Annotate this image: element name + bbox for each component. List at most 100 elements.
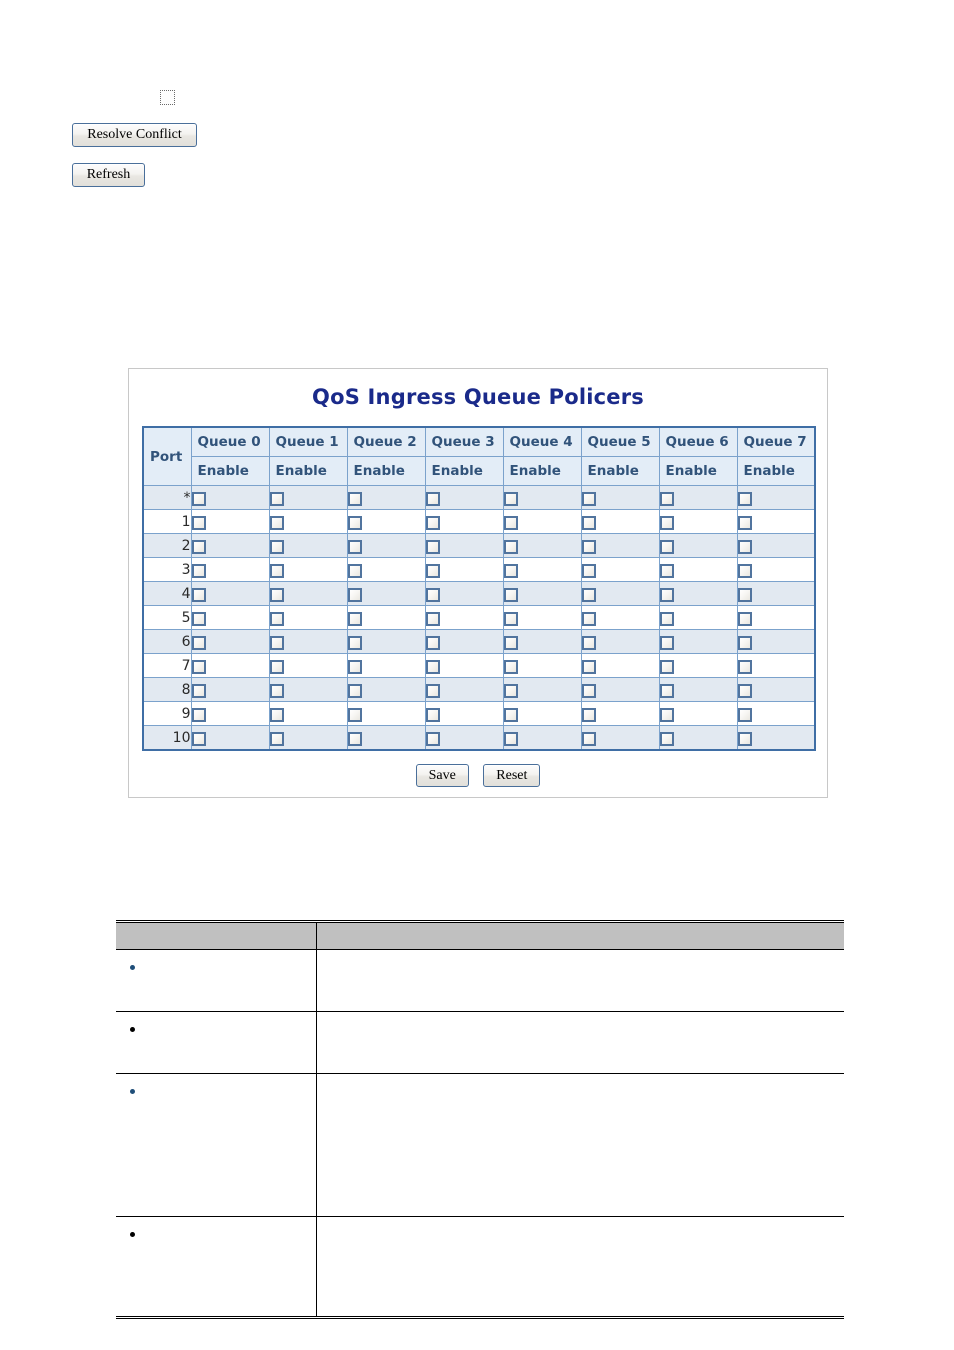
- checkbox-port-10-queue-2[interactable]: [347, 731, 362, 746]
- checkbox-port-10-queue-3[interactable]: [425, 731, 440, 746]
- checkbox-port-5-queue-1[interactable]: [269, 611, 284, 626]
- checkbox-port-1-queue-0[interactable]: [191, 515, 206, 530]
- checkbox-port-5-queue-0[interactable]: [191, 611, 206, 626]
- checkbox-port-8-queue-7[interactable]: [737, 683, 752, 698]
- checkbox-port-4-queue-1[interactable]: [269, 587, 284, 602]
- checkbox-port-7-queue-4[interactable]: [503, 659, 518, 674]
- stray-checkbox[interactable]: [159, 89, 176, 106]
- queue-1-cell: [268, 653, 348, 678]
- checkbox-port-5-queue-6[interactable]: [659, 611, 674, 626]
- checkbox-port-4-queue-3[interactable]: [425, 587, 440, 602]
- resolve-conflict-button[interactable]: Resolve Conflict: [72, 123, 197, 147]
- checkbox-port-2-queue-2[interactable]: [347, 539, 362, 554]
- checkbox-port-7-queue-7[interactable]: [737, 659, 752, 674]
- queue-0-cell: [190, 581, 270, 606]
- checkbox-port-3-queue-6[interactable]: [659, 563, 674, 578]
- checkbox-port-*-queue-7[interactable]: [737, 491, 752, 506]
- checkbox-port-*-queue-2[interactable]: [347, 491, 362, 506]
- checkbox-port-3-queue-1[interactable]: [269, 563, 284, 578]
- checkbox-port-4-queue-6[interactable]: [659, 587, 674, 602]
- checkbox-port-9-queue-4[interactable]: [503, 707, 518, 722]
- checkbox-port-5-queue-5[interactable]: [581, 611, 596, 626]
- checkbox-port-6-queue-5[interactable]: [581, 635, 596, 650]
- checkbox-port-3-queue-4[interactable]: [503, 563, 518, 578]
- column-header-queue-0: Queue 0: [190, 426, 270, 457]
- checkbox-port-4-queue-4[interactable]: [503, 587, 518, 602]
- table-body: * 1 2 3 4 5 6 7 8 9 10: [142, 485, 816, 751]
- checkbox-port-8-queue-1[interactable]: [269, 683, 284, 698]
- checkbox-port-10-queue-6[interactable]: [659, 731, 674, 746]
- checkbox-port-4-queue-2[interactable]: [347, 587, 362, 602]
- checkbox-port-5-queue-4[interactable]: [503, 611, 518, 626]
- checkbox-port-2-queue-7[interactable]: [737, 539, 752, 554]
- checkbox-port-5-queue-2[interactable]: [347, 611, 362, 626]
- checkbox-port-6-queue-3[interactable]: [425, 635, 440, 650]
- checkbox-port-6-queue-0[interactable]: [191, 635, 206, 650]
- checkbox-port-2-queue-6[interactable]: [659, 539, 674, 554]
- checkbox-port-6-queue-2[interactable]: [347, 635, 362, 650]
- checkbox-port-3-queue-0[interactable]: [191, 563, 206, 578]
- checkbox-port-9-queue-0[interactable]: [191, 707, 206, 722]
- checkbox-port-8-queue-6[interactable]: [659, 683, 674, 698]
- checkbox-port-10-queue-4[interactable]: [503, 731, 518, 746]
- checkbox-port-6-queue-7[interactable]: [737, 635, 752, 650]
- checkbox-port-9-queue-2[interactable]: [347, 707, 362, 722]
- checkbox-port-7-queue-6[interactable]: [659, 659, 674, 674]
- checkbox-port-5-queue-7[interactable]: [737, 611, 752, 626]
- checkbox-port-3-queue-5[interactable]: [581, 563, 596, 578]
- checkbox-port-6-queue-1[interactable]: [269, 635, 284, 650]
- checkbox-port-1-queue-4[interactable]: [503, 515, 518, 530]
- checkbox-port-7-queue-5[interactable]: [581, 659, 596, 674]
- checkbox-port-8-queue-0[interactable]: [191, 683, 206, 698]
- checkbox-port-*-queue-0[interactable]: [191, 491, 206, 506]
- checkbox-port-6-queue-4[interactable]: [503, 635, 518, 650]
- checkbox-port-1-queue-2[interactable]: [347, 515, 362, 530]
- checkbox-port-8-queue-2[interactable]: [347, 683, 362, 698]
- checkbox-port-10-queue-1[interactable]: [269, 731, 284, 746]
- checkbox-port-1-queue-7[interactable]: [737, 515, 752, 530]
- checkbox-port-3-queue-7[interactable]: [737, 563, 752, 578]
- checkbox-port-3-queue-3[interactable]: [425, 563, 440, 578]
- checkbox-port-8-queue-5[interactable]: [581, 683, 596, 698]
- save-button[interactable]: Save: [415, 764, 469, 787]
- checkbox-port-4-queue-7[interactable]: [737, 587, 752, 602]
- port-label: 5: [142, 605, 192, 630]
- checkbox-port-1-queue-3[interactable]: [425, 515, 440, 530]
- checkbox-port-*-queue-5[interactable]: [581, 491, 596, 506]
- checkbox-port-10-queue-0[interactable]: [191, 731, 206, 746]
- checkbox-port-*-queue-6[interactable]: [659, 491, 674, 506]
- checkbox-port-8-queue-3[interactable]: [425, 683, 440, 698]
- checkbox-port-10-queue-5[interactable]: [581, 731, 596, 746]
- checkbox-port-3-queue-2[interactable]: [347, 563, 362, 578]
- checkbox-port-9-queue-1[interactable]: [269, 707, 284, 722]
- checkbox-port-2-queue-4[interactable]: [503, 539, 518, 554]
- checkbox-port-4-queue-5[interactable]: [581, 587, 596, 602]
- checkbox-port-7-queue-3[interactable]: [425, 659, 440, 674]
- checkbox-port-5-queue-3[interactable]: [425, 611, 440, 626]
- checkbox-port-*-queue-4[interactable]: [503, 491, 518, 506]
- checkbox-port-7-queue-1[interactable]: [269, 659, 284, 674]
- checkbox-port-2-queue-1[interactable]: [269, 539, 284, 554]
- reset-button[interactable]: Reset: [483, 764, 541, 787]
- checkbox-port-6-queue-6[interactable]: [659, 635, 674, 650]
- refresh-button[interactable]: Refresh: [72, 163, 145, 187]
- checkbox-port-9-queue-7[interactable]: [737, 707, 752, 722]
- checkbox-port-4-queue-0[interactable]: [191, 587, 206, 602]
- checkbox-port-10-queue-7[interactable]: [737, 731, 752, 746]
- checkbox-port-9-queue-5[interactable]: [581, 707, 596, 722]
- checkbox-port-2-queue-0[interactable]: [191, 539, 206, 554]
- checkbox-port-1-queue-5[interactable]: [581, 515, 596, 530]
- checkbox-port-7-queue-0[interactable]: [191, 659, 206, 674]
- checkbox-port-9-queue-6[interactable]: [659, 707, 674, 722]
- checkbox-port-*-queue-1[interactable]: [269, 491, 284, 506]
- checkbox-port-2-queue-5[interactable]: [581, 539, 596, 554]
- checkbox-port-8-queue-4[interactable]: [503, 683, 518, 698]
- table-row: 1: [142, 509, 816, 534]
- checkbox-port-2-queue-3[interactable]: [425, 539, 440, 554]
- checkbox-port-1-queue-1[interactable]: [269, 515, 284, 530]
- table-row: *: [142, 485, 816, 510]
- checkbox-port-7-queue-2[interactable]: [347, 659, 362, 674]
- checkbox-port-*-queue-3[interactable]: [425, 491, 440, 506]
- checkbox-port-1-queue-6[interactable]: [659, 515, 674, 530]
- checkbox-port-9-queue-3[interactable]: [425, 707, 440, 722]
